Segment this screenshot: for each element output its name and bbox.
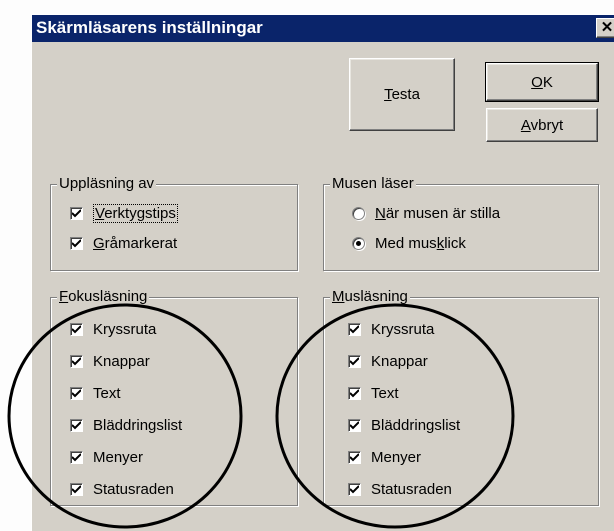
annotation-ovals xyxy=(7,303,515,529)
focus-annotation-oval xyxy=(7,303,243,529)
mouse-annotation-oval xyxy=(275,303,515,529)
